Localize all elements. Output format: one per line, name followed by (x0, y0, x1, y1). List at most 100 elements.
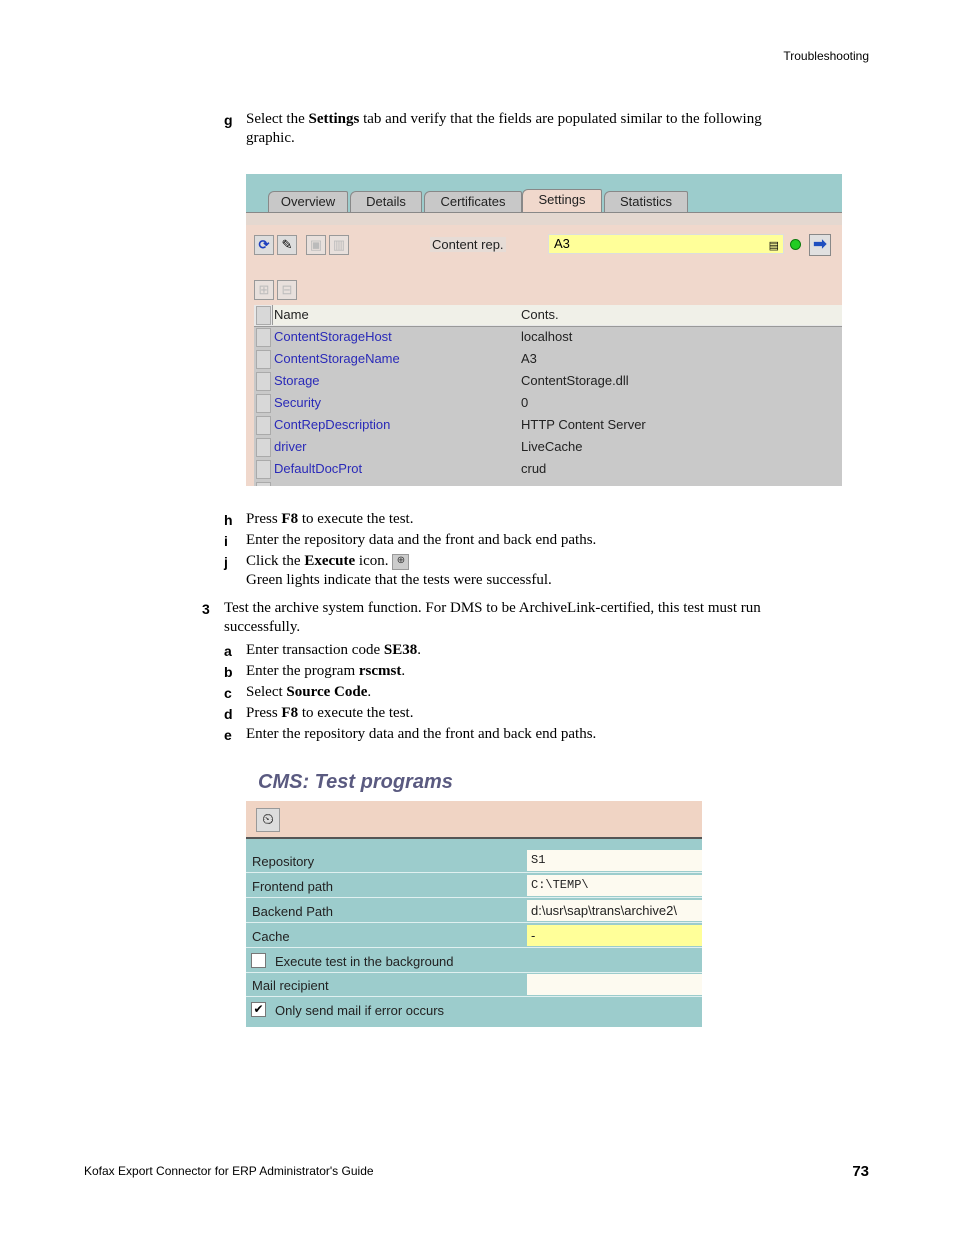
step-text-line2: successfully. (224, 619, 301, 635)
frontend-path-input[interactable]: C:\TEMP\ (527, 875, 702, 896)
cell-name: ContentStorageName (274, 351, 400, 366)
toolbar-strip (246, 213, 842, 225)
table-row: DefaultDocProt crud (254, 459, 842, 480)
table-row: Security 0 (254, 393, 842, 414)
field-label: Frontend path (252, 879, 333, 894)
content-rep-label: Content rep. (430, 237, 506, 252)
step-text-line2: graphic. (246, 130, 295, 146)
cell-value: LiveCache (521, 439, 583, 454)
select-all-cell[interactable] (256, 306, 271, 325)
text-bold: F8 (281, 705, 299, 721)
text-post: icon. (355, 553, 389, 569)
step-g: g Select the Settings tab and verify tha… (0, 110, 954, 150)
text-post: tab and verify that the fields are popul… (359, 111, 762, 127)
row-selector[interactable] (256, 328, 271, 347)
row-selector[interactable] (256, 394, 271, 413)
tab-overview[interactable]: Overview (268, 191, 348, 212)
step-label: i (224, 533, 228, 549)
cache-input[interactable]: - (527, 925, 702, 946)
backend-path-input[interactable]: d:\usr\sap\trans\archive2\ (527, 900, 702, 921)
execute-background-checkbox[interactable] (251, 953, 266, 968)
execute-clock-icon[interactable]: ⏲ (256, 808, 280, 832)
value-help-icon[interactable]: ▤ (769, 237, 779, 255)
text-bold: rscmst (358, 663, 402, 679)
step-text-line2: Green lights indicate that the tests wer… (246, 572, 552, 588)
cell-name: Security (274, 395, 321, 410)
step-d: d Press F8 to execute the test. (0, 704, 954, 724)
step-label: d (224, 706, 233, 722)
text-post: . (417, 642, 421, 658)
cell-name: driver (274, 439, 307, 454)
step-label: a (224, 643, 232, 659)
cell-value: A3 (521, 351, 537, 366)
step-label: e (224, 727, 232, 743)
text-bold: Source Code (286, 684, 368, 700)
row-selector[interactable] (256, 482, 271, 486)
edit-pencil-icon[interactable]: ✎ (277, 235, 297, 255)
row-selector[interactable] (256, 460, 271, 479)
text-bold: Settings (308, 111, 360, 127)
tab-settings[interactable]: Settings (522, 189, 602, 212)
step-text: Enter transaction code SE38. (246, 641, 421, 660)
text-post: to execute the test. (298, 511, 414, 527)
table-row: driver LiveCache (254, 437, 842, 458)
step-text: Enter the repository data and the front … (246, 726, 597, 742)
header-cell-name (272, 305, 519, 325)
tab-certificates[interactable]: Certificates (424, 191, 522, 212)
row-selector[interactable] (256, 416, 271, 435)
table-row: ContRepDescription HTTP Content Server (254, 415, 842, 436)
cell-name: Storage (274, 373, 320, 388)
tab-statistics[interactable]: Statistics (604, 191, 688, 212)
step-text: Select Source Code. (246, 683, 371, 702)
repository-input[interactable]: S1 (527, 850, 702, 871)
text-pre: Click the (246, 553, 305, 569)
tab-details[interactable]: Details (350, 191, 422, 212)
text-bold: F8 (281, 511, 299, 527)
step-text: Click the Execute icon. ⊕ (246, 552, 410, 571)
mail-recipient-input[interactable] (527, 974, 702, 995)
field-label: Backend Path (252, 904, 333, 919)
step-text: Press F8 to execute the test. (246, 704, 413, 723)
arrow-right-icon[interactable]: ➡ (809, 234, 831, 256)
table-row-partial (254, 481, 842, 486)
step-label: j (224, 554, 228, 570)
text-bold: SE38 (383, 642, 418, 658)
only-error-mail-checkbox[interactable]: ✔ (251, 1002, 266, 1017)
insert-row-icon[interactable]: ⊞ (254, 280, 274, 300)
step-i: i Enter the repository data and the fron… (0, 531, 954, 551)
step-e: e Enter the repository data and the fron… (0, 725, 954, 745)
step-text: Select the Settings tab and verify that … (246, 110, 762, 129)
table-header-row: Name Conts. (254, 305, 842, 327)
field-label: Repository (252, 854, 315, 869)
column-header-name[interactable]: Name (274, 307, 309, 322)
delete-row-icon[interactable]: ⊟ (277, 280, 297, 300)
step-label: 3 (202, 601, 210, 617)
checkbox-label: Only send mail if error occurs (275, 1003, 445, 1018)
field-row-mail-recipient: Mail recipient (246, 973, 702, 997)
application-toolbar: ⏲ (246, 801, 702, 839)
field-row-only-error-mail: ✔ Only send mail if error occurs (246, 998, 702, 1022)
refresh-icon[interactable]: ⟳ (254, 235, 274, 255)
content-rep-input[interactable]: A3 ▤ (548, 234, 784, 254)
field-label: Cache (252, 929, 290, 944)
step-3: 3 Test the archive system function. For … (0, 599, 954, 639)
field-row-execute-background: Execute test in the background (246, 949, 702, 973)
column-header-conts[interactable]: Conts. (521, 307, 559, 322)
row-selector[interactable] (256, 372, 271, 391)
table-row: ContentStorageHost localhost (254, 327, 842, 348)
step-j: j Click the Execute icon. ⊕ Green lights … (0, 552, 954, 592)
test-programs-screenshot: CMS: Test programs ⏲ Repository S1 Front… (246, 765, 702, 1027)
field-row-backend-path: Backend Path d:\usr\sap\trans\archive2\ (246, 899, 702, 923)
save-icon[interactable]: ▣ (306, 235, 326, 255)
delete-trash-icon[interactable]: ▥ (329, 235, 349, 255)
step-label: g (224, 112, 233, 128)
text-pre: Select (246, 684, 287, 700)
page-number: 73 (852, 1163, 869, 1180)
selection-screen: Repository S1 Frontend path C:\TEMP\ Bac… (246, 839, 702, 1027)
cell-value: localhost (521, 329, 573, 344)
step-text: Test the archive system function. For DM… (224, 600, 761, 616)
text-pre: Select the (246, 111, 309, 127)
text-post: to execute the test. (298, 705, 414, 721)
row-selector[interactable] (256, 438, 271, 457)
row-selector[interactable] (256, 350, 271, 369)
